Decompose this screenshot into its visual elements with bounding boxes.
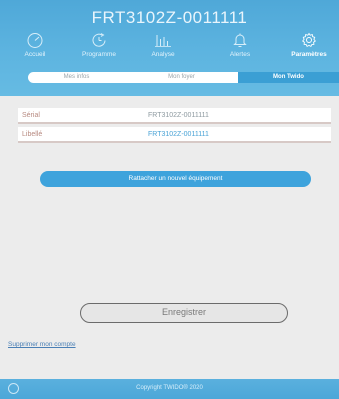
tab-mon-twido[interactable]: Mon Twido [238, 72, 339, 83]
serial-label: Sérial [22, 112, 40, 119]
attach-device-button[interactable]: Rattacher un nouvel équipement [40, 171, 311, 187]
nav-label-accueil: Accueil [24, 51, 46, 58]
nav-label-analyse: Analyse [151, 51, 175, 58]
nav-item-parametres[interactable]: Paramètres [279, 30, 339, 70]
nav-label-programme: Programme [82, 51, 116, 58]
gauge-icon [27, 33, 43, 48]
nav-item-accueil[interactable]: Accueil [5, 30, 65, 70]
app-header: FRT3102Z-0011111 Accueil Programme Analy… [0, 0, 339, 96]
libelle-label: Libellé [22, 131, 43, 138]
save-button[interactable]: Enregistrer [80, 303, 288, 323]
main-nav: Accueil Programme Analyse Alertes Paramè… [0, 30, 339, 70]
device-title: FRT3102Z-0011111 [91, 8, 248, 27]
delete-account-link[interactable]: Supprimer mon compte [8, 341, 76, 348]
tab-mes-infos[interactable]: Mes infos [28, 72, 125, 83]
bell-icon [233, 33, 247, 47]
nav-item-alertes[interactable]: Alertes [210, 30, 270, 70]
nav-label-parametres: Paramètres [291, 51, 327, 58]
tab-mon-foyer[interactable]: Mon foyer [125, 72, 238, 83]
app-footer: Copyright TWIDO® 2020 [0, 379, 339, 399]
serial-value: FRT3102Z-0011111 [148, 112, 209, 119]
settings-subtabs: Mes infos Mon foyer Mon Twido [28, 72, 339, 83]
nav-label-alertes: Alertes [229, 51, 251, 58]
copyright-text: Copyright TWIDO® 2020 [136, 385, 203, 391]
gear-icon [302, 32, 316, 48]
bar-chart-icon [155, 35, 171, 47]
nav-item-programme[interactable]: Programme [69, 30, 129, 70]
nav-item-analyse[interactable]: Analyse [133, 30, 193, 70]
serial-row: Sérial FRT3102Z-0011111 [18, 108, 331, 124]
libelle-row: Libellé FRT3102Z-0011111 [18, 127, 331, 143]
clock-cycle-icon [92, 33, 106, 47]
libelle-field[interactable]: FRT3102Z-0011111 [148, 131, 209, 138]
